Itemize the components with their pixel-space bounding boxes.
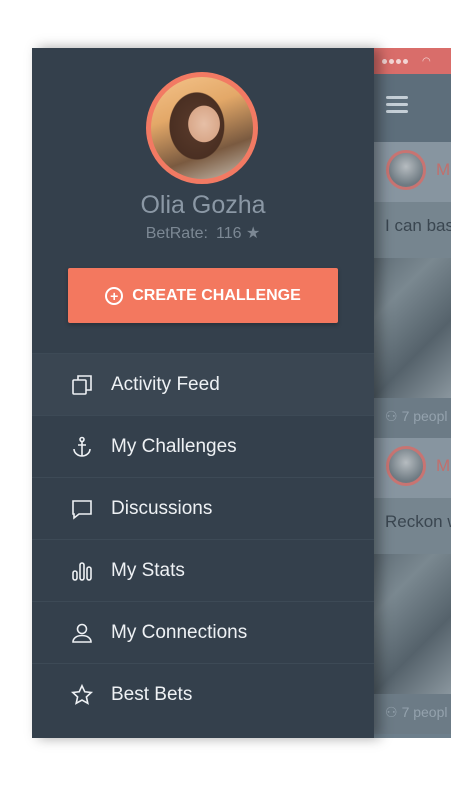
card-author-initial: M [436, 456, 451, 475]
navigation-drawer: Olia Gozha BetRate: 116 ★ + CREATE CHALLE… [32, 48, 374, 738]
signal-dot-icon [382, 58, 387, 64]
signal-dot-icon [389, 58, 394, 64]
signal-dot-icon [403, 58, 408, 64]
betrate-label: BetRate: [145, 225, 208, 242]
menu-item-my-challenges[interactable]: My Challenges [32, 415, 374, 477]
avatar [386, 150, 426, 190]
chat-icon [70, 497, 94, 521]
plus-circle-icon: + [105, 286, 124, 305]
profile-name: Olia Gozha [140, 191, 266, 219]
menu-item-activity-feed[interactable]: Activity Feed [32, 353, 374, 415]
star-icon [70, 683, 94, 707]
people-count: 7 peopl [401, 704, 448, 720]
people-icon: ⚇ [385, 408, 398, 424]
people-count: 7 peopl [401, 408, 448, 424]
menu-item-my-stats[interactable]: My Stats [32, 539, 374, 601]
create-challenge-label: CREATE CHALLENGE [132, 286, 301, 304]
create-challenge-button[interactable]: + CREATE CHALLENGE [68, 268, 338, 323]
menu-item-discussions[interactable]: Discussions [32, 477, 374, 539]
menu-item-my-connections[interactable]: My Connections [32, 601, 374, 663]
menu-item-label: My Stats [111, 559, 185, 581]
drawer-menu: Activity Feed My Challenges Discussions … [32, 353, 374, 725]
hamburger-menu-icon[interactable] [386, 96, 408, 114]
menu-item-label: My Connections [111, 621, 248, 643]
menu-item-label: Discussions [111, 497, 213, 519]
avatar [386, 446, 426, 486]
wifi-icon: ◠ [422, 55, 431, 67]
menu-item-label: Best Bets [111, 683, 193, 705]
profile-section: Olia Gozha BetRate: 116 ★ + CREATE CHALLE… [32, 48, 374, 353]
menu-item-label: Activity Feed [111, 373, 220, 395]
signal-dot-icon [396, 58, 401, 64]
copy-icon [70, 373, 94, 397]
profile-avatar[interactable] [146, 72, 258, 184]
card-author-initial: M [436, 160, 451, 179]
stats-icon [70, 559, 94, 583]
menu-item-best-bets[interactable]: Best Bets [32, 663, 374, 725]
betrate: BetRate: 116 ★ [32, 223, 374, 243]
menu-item-label: My Challenges [111, 435, 237, 457]
anchor-icon [70, 435, 94, 459]
betrate-value: 116 ★ [215, 225, 261, 242]
user-icon [70, 621, 94, 645]
people-icon: ⚇ [385, 704, 398, 720]
